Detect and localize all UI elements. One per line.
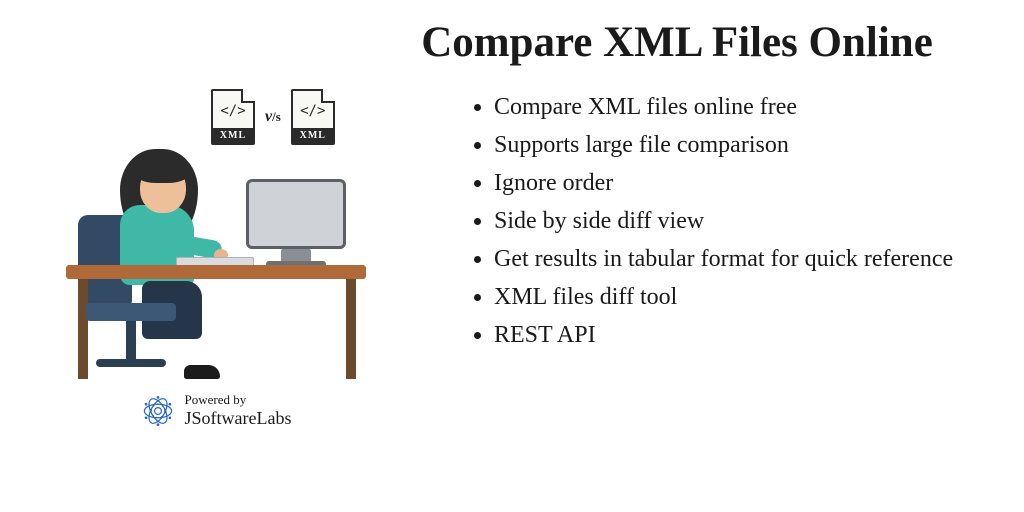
credits: Powered by JSoftwareLabs bbox=[141, 393, 292, 429]
brand-name: JSoftwareLabs bbox=[185, 408, 292, 429]
brand-logo-icon bbox=[141, 394, 175, 428]
credit-text: Powered by JSoftwareLabs bbox=[185, 393, 292, 429]
desk-leg-icon bbox=[346, 279, 356, 379]
list-item: Ignore order bbox=[494, 165, 978, 201]
xml-vs-badges: </> XML v/s </> XML bbox=[211, 89, 335, 145]
xml-file-icon: </> XML bbox=[291, 89, 335, 145]
xml-code-glyph: </> bbox=[300, 103, 325, 119]
monitor-icon bbox=[246, 179, 346, 249]
vs-s: /s bbox=[272, 109, 281, 124]
xml-label: XML bbox=[213, 128, 253, 143]
list-item: Compare XML files online free bbox=[494, 89, 978, 125]
list-item: XML files diff tool bbox=[494, 279, 978, 315]
xml-file-icon: </> XML bbox=[211, 89, 255, 145]
xml-code-glyph: </> bbox=[220, 103, 245, 119]
vs-label: v/s bbox=[263, 108, 283, 126]
content-row: </> XML v/s </> XML bbox=[36, 89, 988, 429]
list-item: Get results in tabular format for quick … bbox=[494, 241, 978, 277]
chair-seat-icon bbox=[86, 303, 176, 321]
chair-base-icon bbox=[96, 359, 166, 367]
list-item: Side by side diff view bbox=[494, 203, 978, 239]
desk-top-icon bbox=[66, 265, 366, 279]
list-item: REST API bbox=[494, 317, 978, 353]
chair-pole-icon bbox=[126, 321, 136, 361]
feature-list: Compare XML files online free Supports l… bbox=[396, 89, 988, 355]
person-shoe-icon bbox=[184, 365, 220, 379]
list-item: Supports large file comparison bbox=[494, 127, 978, 163]
illustration: </> XML v/s </> XML bbox=[56, 89, 376, 389]
illustration-column: </> XML v/s </> XML bbox=[36, 89, 396, 429]
page-title: Compare XML Files Online bbox=[36, 18, 988, 67]
person-hair-front-icon bbox=[134, 157, 190, 183]
xml-label: XML bbox=[293, 128, 333, 143]
powered-by-label: Powered by bbox=[185, 393, 292, 408]
desk-scene bbox=[56, 145, 376, 389]
feature-ul: Compare XML files online free Supports l… bbox=[466, 89, 978, 353]
desk-leg-icon bbox=[78, 279, 88, 379]
page: Compare XML Files Online </> XML v/s </>… bbox=[0, 0, 1024, 512]
